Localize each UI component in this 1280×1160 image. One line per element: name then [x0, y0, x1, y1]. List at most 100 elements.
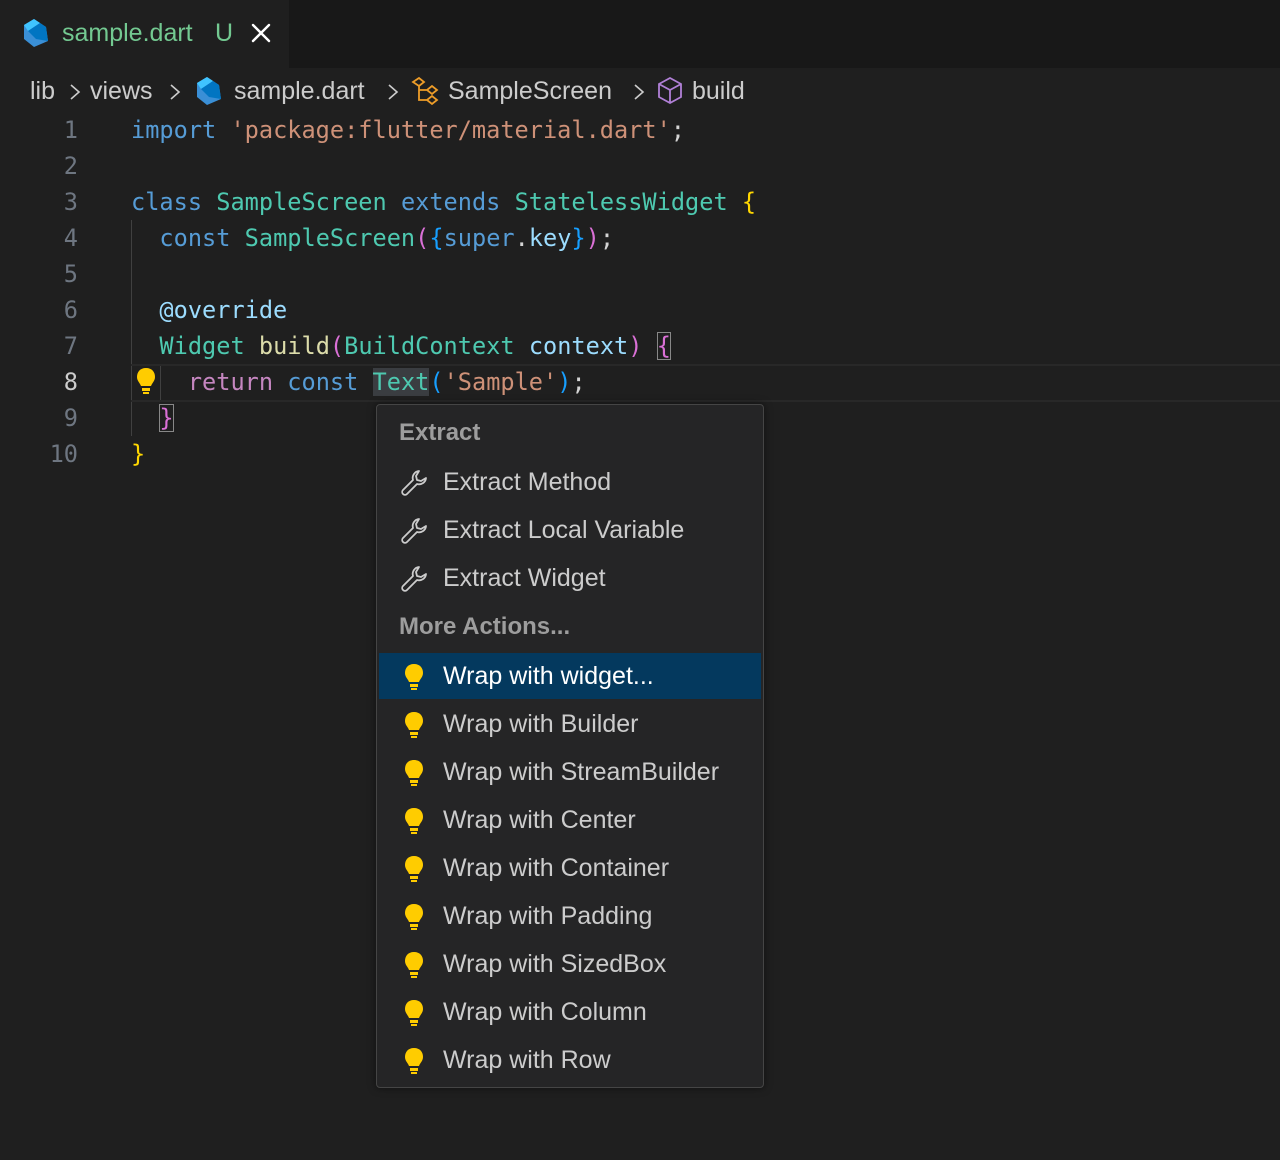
lightbulb-icon	[405, 664, 423, 690]
code-text: import 'package:flutter/material.dart';	[131, 112, 685, 148]
chevron-right-icon	[634, 84, 645, 100]
chevron-right-icon	[170, 84, 181, 100]
menu-item-label: Wrap with Column	[443, 998, 647, 1026]
breadcrumb-item-file[interactable]: sample.dart	[234, 75, 365, 107]
dart-icon	[197, 77, 221, 105]
code-token: )	[585, 224, 600, 252]
line-number: 7	[63, 332, 78, 360]
code-line[interactable]: 6 @override	[0, 292, 1280, 328]
menu-item-label: Wrap with widget...	[443, 662, 654, 690]
code-token: @override	[159, 296, 288, 324]
menu-item-label: Wrap with StreamBuilder	[443, 758, 720, 786]
code-token: BuildContext	[344, 332, 515, 360]
menu-item[interactable]: Extract Widget	[379, 555, 761, 601]
code-token: 'Sample'	[443, 368, 558, 396]
menu-section-header: Extract	[399, 419, 481, 446]
menu-item[interactable]: Wrap with SizedBox	[379, 941, 761, 987]
tab-bar: sample.dart U	[0, 0, 1280, 68]
code-text: }	[131, 436, 145, 472]
menu-item[interactable]: Wrap with Builder	[379, 701, 761, 747]
code-token: {	[656, 332, 671, 360]
code-token: key	[528, 224, 572, 252]
menu-item[interactable]: Extract Local Variable	[379, 507, 761, 553]
line-number: 9	[63, 404, 78, 432]
code-token: (	[429, 368, 444, 396]
code-text: }	[131, 400, 174, 436]
line-number: 10	[49, 440, 78, 468]
code-token: )	[628, 332, 643, 360]
code-token: SampleScreen	[216, 188, 387, 216]
code-action-menu: Extract Extract Method Extract Local Varia…	[376, 404, 764, 1088]
code-token: (	[415, 224, 430, 252]
code-text: class SampleScreen extends StatelessWidg…	[131, 184, 756, 220]
code-token: }	[159, 404, 174, 432]
wrench-icon	[401, 518, 427, 544]
line-number: 8	[63, 368, 78, 396]
code-token: return	[187, 368, 274, 396]
code-line[interactable]: 1 import 'package:flutter/material.dart';	[0, 112, 1280, 148]
breadcrumb-item-method[interactable]: build	[692, 75, 745, 107]
code-token: const	[287, 368, 359, 396]
menu-item[interactable]: Wrap with Column	[379, 989, 761, 1035]
code-token: import	[131, 116, 217, 144]
code-text: Widget build(BuildContext context) {	[131, 328, 671, 364]
lightbulb-icon	[405, 856, 423, 882]
menu-item[interactable]: Wrap with Padding	[379, 893, 761, 939]
menu-item[interactable]: Wrap with Center	[379, 797, 761, 843]
line-number: 4	[63, 224, 78, 252]
code-line[interactable]: 4 const SampleScreen({super.key});	[0, 220, 1280, 256]
code-line[interactable]: 2	[0, 148, 1280, 184]
code-token: StatelessWidget	[514, 188, 728, 216]
breadcrumb-item-class[interactable]: SampleScreen	[448, 75, 612, 107]
menu-item-label: Wrap with Container	[443, 854, 670, 882]
menu-section-header: More Actions...	[399, 613, 571, 640]
editor-tab[interactable]: sample.dart U	[0, 0, 289, 68]
code-token: )	[557, 368, 572, 396]
code-line[interactable]: 5	[0, 256, 1280, 292]
lightbulb-icon[interactable]	[135, 366, 157, 396]
code-token: 'package:flutter/material.dart'	[230, 116, 671, 144]
menu-item[interactable]: Wrap with widget...	[379, 653, 761, 699]
code-token: context	[528, 332, 629, 360]
code-token: .	[514, 224, 529, 252]
chevron-right-icon	[388, 84, 399, 100]
menu-item[interactable]: Extract Method	[379, 459, 761, 505]
close-icon[interactable]	[248, 20, 274, 46]
lightbulb-icon	[405, 712, 423, 738]
code-line[interactable]: 3 class SampleScreen extends StatelessWid…	[0, 184, 1280, 220]
menu-item-label: Wrap with Padding	[443, 902, 653, 930]
line-number: 5	[63, 260, 78, 288]
code-text: @override	[131, 292, 287, 328]
lightbulb-icon	[405, 904, 423, 930]
breadcrumb-item-lib[interactable]: lib	[30, 75, 55, 107]
wrench-icon	[401, 470, 427, 496]
menu-item[interactable]: Wrap with Row	[379, 1037, 761, 1083]
code-text: const SampleScreen({super.key});	[131, 220, 614, 256]
menu-item[interactable]: Wrap with Container	[379, 845, 761, 891]
code-token: const	[159, 224, 231, 252]
menu-item-label: Extract Widget	[443, 564, 606, 592]
menu-item-label: Wrap with Row	[443, 1046, 611, 1074]
lightbulb-icon	[405, 760, 423, 786]
code-line[interactable]: 7 Widget build(BuildContext context) {	[0, 328, 1280, 364]
code-token: ;	[571, 368, 586, 396]
code-token: {	[741, 188, 757, 216]
code-line[interactable]: 8 return const Text('Sample');	[0, 364, 1280, 402]
breadcrumb-item-views[interactable]: views	[90, 75, 153, 107]
code-token: SampleScreen	[244, 224, 416, 252]
code-token: class	[131, 188, 203, 216]
code-token: Widget	[159, 332, 245, 360]
code-token: extends	[400, 188, 501, 216]
dart-icon	[24, 19, 48, 47]
menu-item[interactable]: Wrap with StreamBuilder	[379, 749, 761, 795]
lightbulb-icon	[405, 808, 423, 834]
lightbulb-icon	[405, 1048, 423, 1074]
